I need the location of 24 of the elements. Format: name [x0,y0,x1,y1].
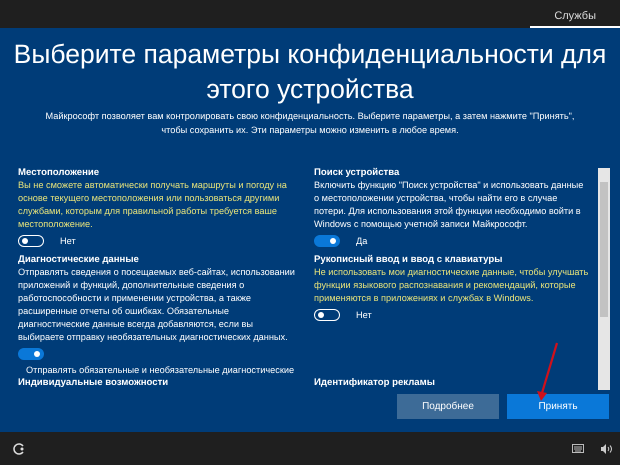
setting-title: Местоположение [18,166,100,179]
toggle-switch[interactable] [18,348,44,360]
page-title: Выберите параметры конфиденциальности для этого устройства [12,38,608,106]
setting-title: Диагностические данные [18,253,140,266]
page-description: Майкрософт позволяет вам контролировать свою конфиденциальность. Выберите параметры, а затем нажмите "Принять", чтобы сохранить их. Эти параметры можно изменить в любое время. [44,110,576,137]
volume-icon[interactable] [600,444,612,454]
setting-description: Не использовать мои диагностические данные, чтобы улучшать функции языкового распознавания и рекомендаций, которые применяются в приложениях и службах в Windows. [314,266,590,305]
setting-title: Идентификатор рекламы [314,376,436,389]
accessibility-icon[interactable] [12,442,26,456]
toggle-switch[interactable] [314,235,340,247]
setting-title: Рукописный ввод и ввод с клавиатуры [314,253,504,266]
setting-description: Включить функцию "Поиск устройства" и использовать данные о местоположении устройства, чтобы найти его в случае потери. Для использования этой функции необходимо войти в Windows с помощью учетной записи Майкрософт. [314,179,584,231]
accept-button[interactable]: Принять [507,394,609,419]
scrollbar-thumb[interactable] [600,182,608,317]
toggle-label: Да [356,235,368,247]
keyboard-icon[interactable] [572,444,584,453]
setting-description: Отправлять сведения о посещаемых веб-сайтах, использовании приложений и функций, дополнительные сведения о работоспособности и применении устройства, а также расширенные отчеты об ошибках. Обязательные диагностические данные всегда добавляются, если вы выбираете отправку необязательных диагностических данных. [18,266,296,344]
toggle-label: Нет [356,309,372,321]
setting-title: Поиск устройства [314,166,400,179]
toggle-label: Отправлять обязательные и необязательные диагностические [26,365,294,375]
setting-description: Вы не сможете автоматически получать маршруты и погоду на основе текущего местоположения или пользоваться другими службами, которым для правильной работы требуется ваше местоположение. [18,179,288,231]
setting-title: Индивидуальные возможности [18,376,170,389]
toggle-label: Нет [60,235,76,247]
more-button[interactable]: Подробнее [397,394,499,419]
